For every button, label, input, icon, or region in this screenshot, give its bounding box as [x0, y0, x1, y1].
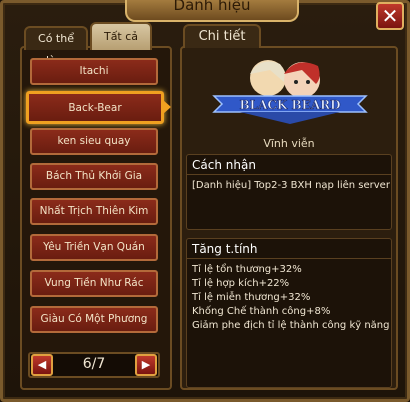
selected-arrow-icon: [163, 100, 171, 114]
divider: [187, 174, 391, 175]
tab-detail[interactable]: Chi tiết: [183, 24, 261, 48]
stat-line: Giảm phe địch tỉ lệ thành công kỹ năng: [192, 320, 390, 331]
banner-text: BLACK BEARD: [239, 98, 340, 112]
stat-line: Khống Chế thành công+8%: [192, 306, 331, 317]
obtain-text: [Danh hiệu] Top2-3 BXH nạp liên server: [192, 180, 390, 191]
title-item-back-bear[interactable]: Back-Bear: [26, 91, 164, 124]
title-item-itachi[interactable]: Itachi: [30, 58, 158, 85]
title-item-bach-thu-khoi-gia[interactable]: Bách Thủ Khởi Gia: [30, 163, 158, 190]
close-button[interactable]: ✕: [376, 2, 404, 30]
obtain-header: Cách nhận: [192, 158, 256, 172]
title-banner-image: BLACK BEARD: [212, 60, 368, 124]
next-page-button[interactable]: ▶: [135, 354, 157, 376]
title-item-ken-sieu-quay[interactable]: ken sieu quay: [30, 128, 158, 155]
page-indicator: 6/7: [82, 356, 106, 372]
obtain-box: Cách nhận [Danh hiệu] Top2-3 BXH nạp liê…: [186, 154, 392, 230]
stat-line: Tỉ lệ miễn thương+32%: [192, 292, 311, 303]
prev-page-button[interactable]: ◀: [31, 354, 53, 376]
tab-all[interactable]: Tất cả: [90, 22, 152, 50]
stat-line: Tỉ lệ hợp kích+22%: [192, 278, 290, 289]
title-item-yeu-trien-van-quan[interactable]: Yêu Triền Vạn Quán: [30, 234, 158, 261]
title-item-giau-co-mot-phuong[interactable]: Giàu Có Một Phương: [30, 306, 158, 333]
title-item-nhat-trich-thien-kim[interactable]: Nhất Trịch Thiên Kim: [30, 198, 158, 225]
window-title: Danh hiệu: [125, 0, 299, 22]
duration-label: Vĩnh viễn: [263, 137, 315, 150]
stats-box: Tăng t.tính Tỉ lệ tổn thương+32% Tỉ lệ h…: [186, 238, 392, 388]
divider: [187, 258, 391, 259]
tab-available[interactable]: Có thể dùng: [24, 26, 88, 67]
stats-header: Tăng t.tính: [192, 242, 258, 256]
stat-line: Tỉ lệ tổn thương+32%: [192, 264, 302, 275]
title-item-vung-tien-nhu-rac[interactable]: Vung Tiền Như Rác: [30, 270, 158, 297]
